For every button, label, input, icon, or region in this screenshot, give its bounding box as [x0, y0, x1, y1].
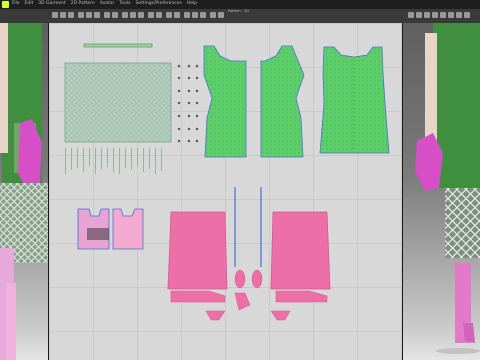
menu-edit[interactable]: Edit	[25, 1, 34, 6]
menu-3d-garment[interactable]: 3D Garment	[38, 1, 66, 6]
dart-icon[interactable]	[112, 12, 118, 18]
graphic-icon[interactable]	[210, 12, 216, 18]
pattern-sole-right[interactable]	[275, 290, 328, 303]
button-icon[interactable]	[192, 12, 198, 18]
pattern-boot-left[interactable]	[167, 211, 228, 290]
menu-help[interactable]: Help	[187, 1, 197, 6]
3d-view-right[interactable]	[403, 23, 480, 360]
menu-2d-pattern[interactable]: 2D Pattern	[71, 1, 95, 6]
avatar-icon[interactable]	[432, 12, 438, 18]
floor-shadow	[436, 348, 480, 354]
render-icon[interactable]	[448, 12, 454, 18]
sew-icon[interactable]	[122, 12, 128, 18]
internal-line-icon[interactable]	[104, 12, 110, 18]
menu-file[interactable]: File	[12, 1, 20, 6]
arm-right	[425, 33, 437, 143]
select-icon[interactable]	[52, 12, 58, 18]
pattern-bag-back[interactable]	[112, 208, 144, 250]
circle-icon[interactable]	[94, 12, 100, 18]
texture-icon[interactable]	[174, 12, 180, 18]
camera-icon[interactable]	[456, 12, 462, 18]
pattern-tab-left[interactable]	[205, 310, 226, 321]
view-back-icon[interactable]	[416, 12, 422, 18]
pattern-boot-right[interactable]	[270, 211, 331, 290]
menu-tools[interactable]: Tools	[119, 1, 130, 6]
pattern-back[interactable]	[319, 46, 390, 154]
fold-icon[interactable]	[148, 12, 154, 18]
topstitch-icon[interactable]	[200, 12, 206, 18]
zipper-icon[interactable]	[184, 12, 190, 18]
trim-icon[interactable]	[218, 12, 224, 18]
boot-left-2	[6, 283, 16, 360]
pin-icon[interactable]	[166, 12, 172, 18]
3d-view-left[interactable]	[0, 23, 48, 360]
polygon-icon[interactable]	[78, 12, 84, 18]
arm	[0, 23, 8, 153]
pattern-strip[interactable]	[83, 43, 153, 48]
menu-bar: File Edit 3D Garment 2D Pattern Avatar T…	[0, 0, 480, 9]
tack-icon[interactable]	[156, 12, 162, 18]
transform-icon[interactable]	[68, 12, 74, 18]
pattern-tab-right[interactable]	[270, 310, 291, 321]
simulate-icon[interactable]	[424, 12, 430, 18]
pattern-front-left[interactable]	[203, 45, 247, 158]
light-icon[interactable]	[464, 12, 470, 18]
pattern-toe-left[interactable]	[234, 292, 251, 311]
pattern-front-right[interactable]	[260, 45, 305, 158]
2d-pattern-window[interactable]	[49, 23, 402, 360]
pattern-fringe-strips[interactable]	[65, 148, 162, 174]
rectangle-icon[interactable]	[86, 12, 92, 18]
view-front-icon[interactable]	[408, 12, 414, 18]
pattern-heel-2[interactable]	[251, 269, 263, 289]
pattern-heel-1[interactable]	[234, 269, 246, 289]
pane-title-2d: Pattern - 2D	[228, 9, 250, 13]
segment-sew-icon[interactable]	[130, 12, 136, 18]
pattern-net-panel[interactable]	[64, 62, 172, 143]
bag-graphic	[87, 228, 109, 240]
app-logo-icon	[2, 1, 9, 8]
free-sew-icon[interactable]	[138, 12, 144, 18]
measure-icon[interactable]	[440, 12, 446, 18]
menu-settings[interactable]: Settings/Preferences	[135, 1, 181, 6]
pattern-sole-left[interactable]	[170, 290, 226, 303]
move-icon[interactable]	[60, 12, 66, 18]
pattern-button-dots[interactable]	[177, 64, 199, 143]
net-skirt-right	[445, 188, 480, 258]
menu-avatar[interactable]: Avatar	[100, 1, 115, 6]
